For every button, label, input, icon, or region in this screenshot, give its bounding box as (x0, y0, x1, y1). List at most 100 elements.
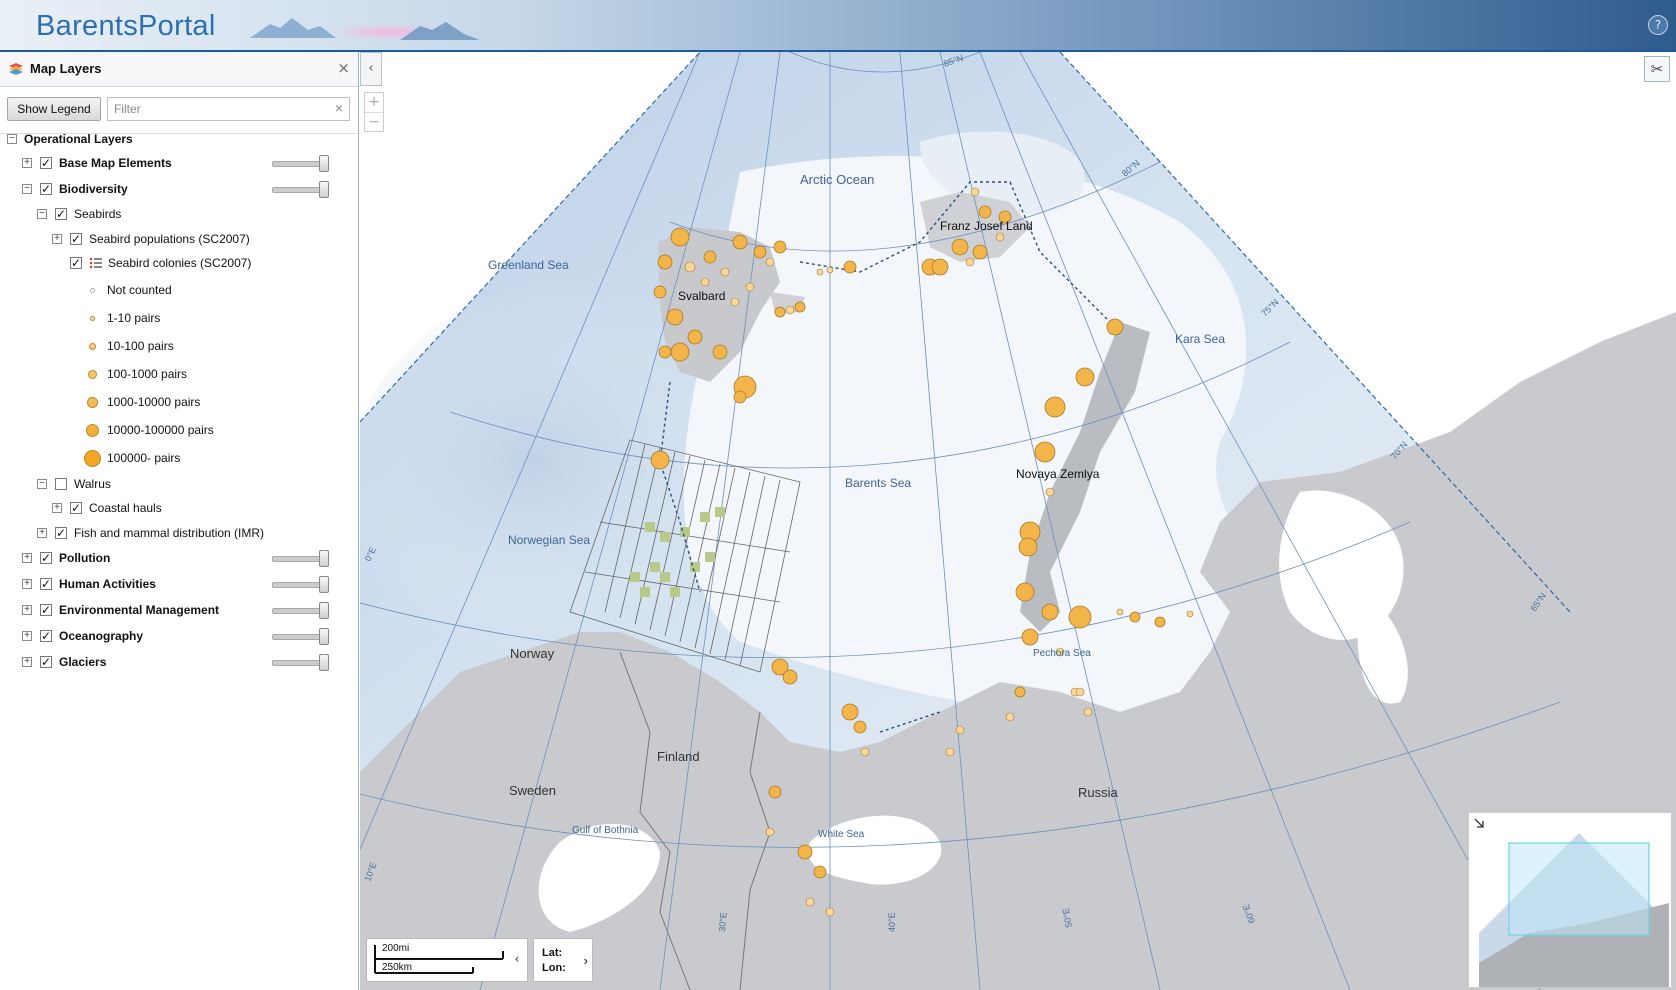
tree-label: Walrus (74, 477, 111, 491)
expand-icon[interactable]: + (22, 631, 32, 641)
layer-checkbox[interactable] (55, 478, 67, 490)
layers-icon (9, 63, 23, 75)
tree-label: Operational Layers (24, 132, 133, 146)
legend-symbol (88, 370, 97, 379)
chevron-right-icon[interactable]: › (584, 953, 588, 968)
filter-placeholder: Filter (114, 102, 141, 116)
expand-icon[interactable]: + (52, 234, 62, 244)
chevron-left-icon[interactable]: ‹ (508, 938, 526, 982)
opacity-slider[interactable] (272, 654, 329, 671)
opacity-slider[interactable] (272, 155, 329, 172)
label-kara-sea: Kara Sea (1175, 332, 1225, 346)
slider-handle[interactable] (319, 654, 329, 671)
opacity-slider[interactable] (272, 181, 329, 198)
legend-label: 10-100 pairs (107, 339, 174, 353)
layer-checkbox[interactable] (40, 599, 52, 621)
tree-label: Pollution (59, 551, 111, 565)
legend-symbol (87, 397, 98, 408)
layer-checkbox[interactable] (40, 625, 52, 647)
help-icon[interactable]: ? (1648, 15, 1668, 35)
tree-pollution[interactable]: + Pollution (0, 547, 359, 569)
zoom-in-button[interactable]: + (365, 93, 383, 113)
show-legend-button[interactable]: Show Legend (7, 97, 101, 121)
tree-biodiversity[interactable]: − Biodiversity (0, 178, 359, 200)
tree-coastal-hauls[interactable]: + Coastal hauls (0, 497, 359, 519)
label-franz-josef-land: Franz Josef Land (940, 219, 1033, 233)
expand-icon[interactable]: + (22, 158, 32, 168)
layer-checkbox[interactable] (40, 651, 52, 673)
legend-label: Not counted (107, 283, 172, 297)
clear-filter-icon[interactable]: × (335, 100, 343, 116)
layer-checkbox[interactable] (70, 497, 82, 519)
tree-seabird-populations[interactable]: + Seabird populations (SC2007) (0, 228, 359, 250)
legend-label: 1000-10000 pairs (107, 395, 201, 409)
slider-handle[interactable] (319, 628, 329, 645)
tree-seabird-colonies[interactable]: Seabird colonies (SC2007) (0, 252, 359, 274)
tree-label: Seabird colonies (SC2007) (108, 256, 252, 270)
label-norway: Norway (510, 646, 555, 661)
legend-item: 10000-100000 pairs (0, 419, 359, 441)
opacity-slider[interactable] (272, 576, 329, 593)
close-icon[interactable]: × (337, 59, 350, 77)
tree-fish-mammal[interactable]: + Fish and mammal distribution (IMR) (0, 522, 359, 544)
collapse-icon[interactable]: − (7, 134, 17, 144)
tree-operational-layers[interactable]: − Operational Layers (0, 128, 359, 150)
opacity-slider[interactable] (272, 550, 329, 567)
tools-icon[interactable]: ✂ (1644, 56, 1670, 82)
legend-symbol (86, 424, 99, 437)
layer-checkbox[interactable] (40, 573, 52, 595)
expand-icon[interactable]: + (52, 503, 62, 513)
layer-checkbox[interactable] (55, 522, 67, 544)
zoom-out-button[interactable]: − (365, 113, 383, 132)
opacity-slider[interactable] (272, 602, 329, 619)
layer-checkbox[interactable] (70, 252, 82, 274)
expand-icon[interactable]: + (37, 528, 47, 538)
tree-seabirds[interactable]: − Seabirds (0, 203, 359, 225)
mountains-logo-graphic (250, 18, 480, 41)
layer-checkbox[interactable] (40, 178, 52, 200)
slider-handle[interactable] (319, 181, 329, 198)
collapse-icon[interactable]: − (37, 479, 47, 489)
layer-checkbox[interactable] (40, 152, 52, 174)
label-pechora-sea: Pechora Sea (1033, 648, 1091, 659)
expand-icon[interactable]: + (22, 605, 32, 615)
tree-walrus[interactable]: − Walrus (0, 473, 359, 495)
expand-icon[interactable]: + (22, 553, 32, 563)
slider-handle[interactable] (319, 550, 329, 567)
tree-human-activities[interactable]: + Human Activities (0, 573, 359, 595)
slider-handle[interactable] (319, 602, 329, 619)
layer-checkbox[interactable] (40, 547, 52, 569)
legend-symbol (84, 450, 101, 467)
tree-label: Coastal hauls (89, 501, 162, 515)
legend-item: 100-1000 pairs (0, 363, 359, 385)
scale-miles: 200mi (382, 943, 410, 954)
layer-checkbox[interactable] (70, 228, 82, 250)
panel-header: Map Layers × (0, 52, 358, 87)
tree-glaciers[interactable]: + Glaciers (0, 651, 359, 673)
collapse-icon[interactable]: − (22, 184, 32, 194)
lat-label: Lat: (542, 947, 563, 959)
expand-icon[interactable]: + (22, 657, 32, 667)
label-sweden: Sweden (509, 783, 556, 798)
label-gulf-of-bothnia: Gulf of Bothnia (572, 825, 639, 836)
tree-oceanography[interactable]: + Oceanography (0, 625, 359, 647)
label-greenland-sea: Greenland Sea (488, 258, 569, 272)
layer-checkbox[interactable] (55, 203, 67, 225)
legend-item: Not counted (0, 279, 359, 301)
collapse-icon[interactable]: − (37, 209, 47, 219)
coordinate-readout: Lat: Lon: › (533, 938, 593, 982)
tree-label: Biodiversity (59, 182, 128, 196)
collapse-panel-button[interactable]: ‹ (360, 52, 382, 86)
legend-item: 1-10 pairs (0, 307, 359, 329)
label-russia: Russia (1078, 785, 1119, 800)
tree-base-map-elements[interactable]: + Base Map Elements (0, 152, 359, 174)
expand-icon[interactable]: + (22, 579, 32, 589)
overview-map[interactable] (1468, 812, 1672, 988)
slider-handle[interactable] (319, 576, 329, 593)
legend-symbol (89, 343, 96, 350)
tree-environmental-management[interactable]: + Environmental Management (0, 599, 359, 621)
opacity-slider[interactable] (272, 628, 329, 645)
filter-input[interactable]: Filter × (107, 97, 350, 121)
slider-handle[interactable] (319, 155, 329, 172)
label-finland: Finland (657, 749, 700, 764)
